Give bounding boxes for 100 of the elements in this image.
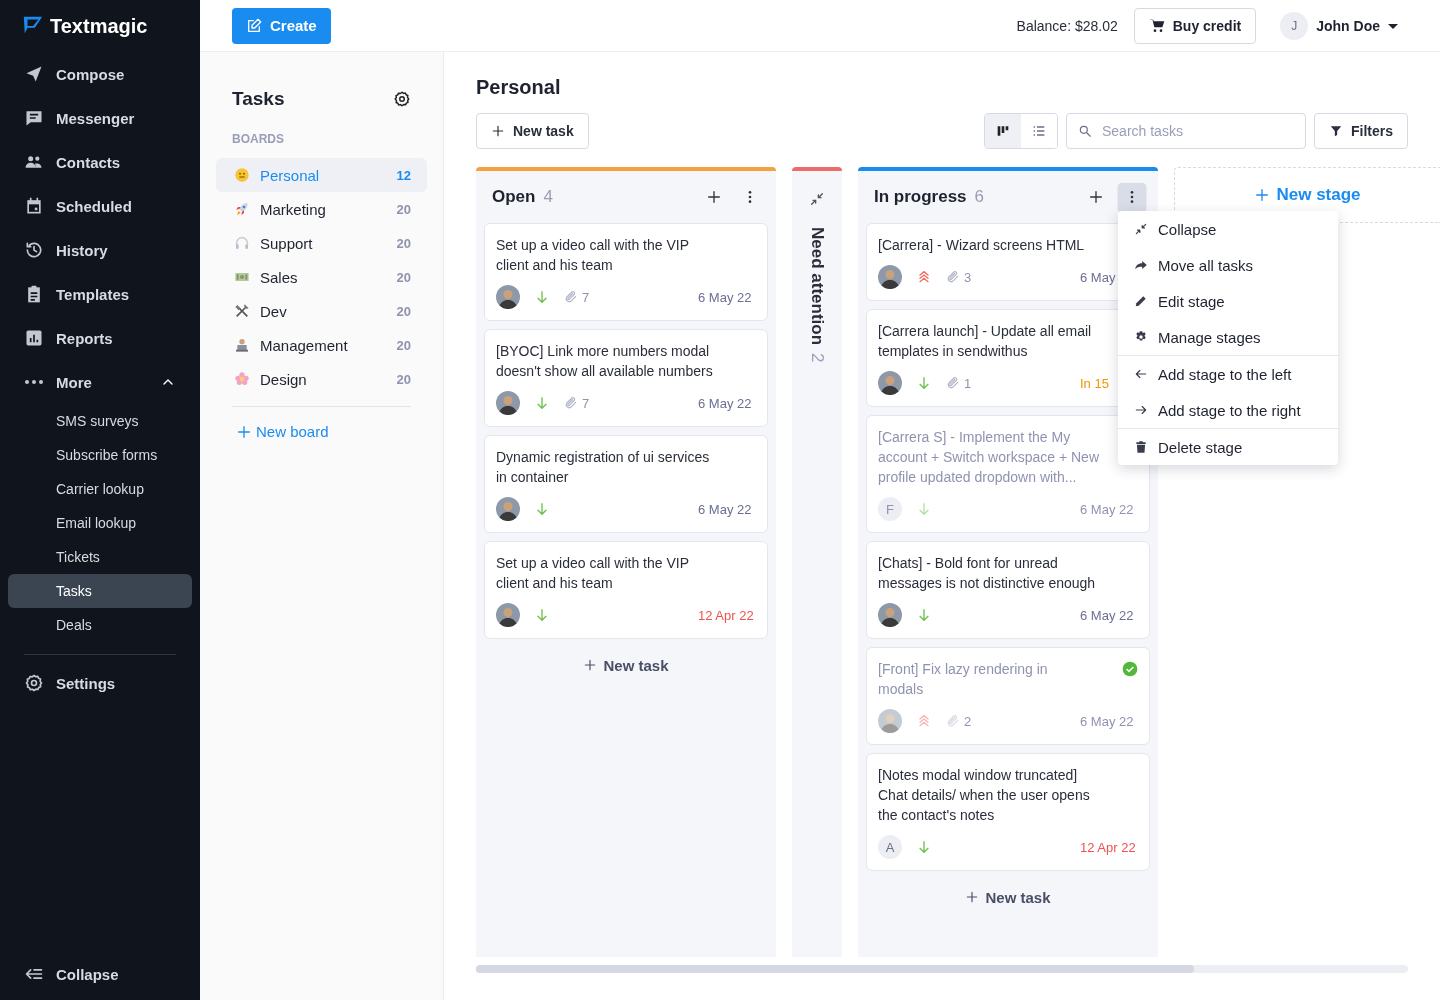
avatar-icon	[878, 265, 902, 289]
board-name: Personal	[260, 166, 321, 184]
collapse-arrows-icon	[1134, 222, 1148, 236]
settings-icon	[24, 673, 44, 693]
board-count: 20	[396, 371, 411, 387]
avatar-icon	[496, 603, 520, 627]
nav-item[interactable]: Scheduled	[8, 184, 192, 228]
plus-icon	[236, 423, 252, 440]
search-field[interactable]: Search tasks	[1066, 113, 1306, 149]
user-name: John Doe	[1316, 17, 1380, 34]
due-date: 6 May 22	[1080, 713, 1135, 729]
buy-credit-button[interactable]: Buy credit	[1133, 7, 1257, 44]
board-count: 20	[396, 269, 411, 285]
headphones-icon	[234, 235, 250, 251]
emoji-icon	[234, 167, 250, 183]
task-title: [Notes modal window truncated] Chat details/ when the user opens the contact's notes	[878, 766, 1091, 825]
board-view-icon	[995, 123, 1011, 139]
filter-icon	[1329, 124, 1343, 138]
board-name: Dev	[260, 302, 288, 320]
due-date: 12 Apr 22	[698, 607, 755, 623]
due-date: 6 May 22	[698, 395, 753, 411]
edit-icon	[246, 17, 262, 34]
board-name: Management	[260, 336, 349, 354]
nav-item[interactable]: History	[8, 228, 192, 272]
board-count: 20	[396, 235, 411, 251]
filters-button[interactable]: Filters	[1314, 113, 1408, 149]
view-button[interactable]	[985, 114, 1021, 148]
nav-subitem[interactable]: Tasks	[8, 574, 192, 608]
avatar-icon	[878, 603, 902, 627]
board-count: 20	[396, 337, 411, 353]
nav-subitem[interactable]: Tickets	[8, 540, 192, 574]
board-count: 20	[396, 303, 411, 319]
user-menu[interactable]: J John Doe	[1280, 11, 1398, 40]
scrollbar[interactable]	[476, 965, 1408, 973]
stage-count: 2	[807, 353, 827, 363]
task-card[interactable]: Set up a video call with the VIP client and his team 7 6 May 22	[484, 223, 768, 321]
new-task-link[interactable]: New task	[476, 639, 776, 691]
rocket-icon	[234, 201, 250, 217]
expand-button[interactable]	[809, 191, 825, 207]
due-date: 6 May 22	[1080, 501, 1135, 517]
board-item[interactable]: Design 20	[216, 362, 427, 396]
avatar-icon	[878, 371, 902, 395]
menu-item[interactable]: Delete stage	[1118, 429, 1338, 465]
plus-icon	[965, 890, 980, 904]
board-item[interactable]: Dev 20	[216, 294, 427, 328]
task-title: [Carrera] - Wizard screens HTML	[878, 236, 1086, 255]
user-avatar: J	[1280, 11, 1309, 40]
task-card[interactable]: Set up a video call with the VIP client and his team 12 Apr 22	[484, 541, 768, 639]
task-card[interactable]: [Notes modal window truncated] Chat details/ when the user opens the contact's notes A 12 Apr 22	[866, 753, 1150, 871]
task-card[interactable]: Dynamic registration of ui services in container 6 May 22	[484, 435, 768, 533]
stage-count: 4	[543, 187, 553, 207]
new-task-button[interactable]: New task	[476, 113, 589, 149]
avatar: A	[878, 835, 902, 859]
board-item[interactable]: Marketing 20	[216, 192, 427, 226]
send-icon	[24, 64, 44, 84]
nav-item[interactable]: More	[8, 360, 192, 404]
arrow-right-icon	[1134, 403, 1148, 417]
due-date: 6 May 22	[1080, 607, 1135, 623]
attachment-count: 3	[964, 269, 972, 285]
tools-icon	[234, 303, 250, 319]
nav-subitem[interactable]: Carrier lookup	[8, 472, 192, 506]
nav-item[interactable]: Compose	[8, 52, 192, 96]
nav-item[interactable]: Messenger	[8, 96, 192, 140]
due-date: In 15	[1080, 375, 1110, 391]
task-card[interactable]: [Chats] - Bold font for unread messages is not distinctive enough 6 May 22	[866, 541, 1150, 639]
due-date: 12 Apr 22	[1080, 839, 1137, 855]
stage-name: Open	[492, 187, 536, 207]
chat-icon	[24, 108, 44, 128]
calendar-icon	[24, 196, 44, 216]
paperclip-icon	[564, 290, 578, 304]
board-count: 12	[396, 167, 411, 183]
nav-item[interactable]: Templates	[8, 272, 192, 316]
board-item[interactable]: Sales 20	[216, 260, 427, 294]
nav-subitem[interactable]: Email lookup	[8, 506, 192, 540]
attachment-count: 1	[964, 375, 972, 391]
task-title: [Carrera launch] - Update all email templates in sendwithus	[878, 322, 1093, 361]
paperclip-icon	[564, 396, 578, 410]
settings-link[interactable]: Settings	[8, 661, 192, 705]
nav-item[interactable]: Reports	[8, 316, 192, 360]
avatar-icon	[496, 497, 520, 521]
collapse-button[interactable]: Collapse	[8, 952, 192, 996]
laptop-icon	[234, 337, 250, 353]
arrow-left-icon	[1134, 367, 1148, 381]
cart-icon	[1148, 17, 1165, 34]
board-item[interactable]: Management 20	[216, 328, 427, 362]
nav-subitem[interactable]: SMS surveys	[8, 404, 192, 438]
nav-item[interactable]: Contacts	[8, 140, 192, 184]
nav-subitem[interactable]: Deals	[8, 608, 192, 642]
nav-subitem[interactable]: Subscribe forms	[8, 438, 192, 472]
due-date: 6 May 22	[698, 501, 753, 517]
settings-button[interactable]	[393, 90, 411, 108]
due-date: 6 May	[1080, 269, 1117, 285]
chart-icon	[24, 328, 44, 348]
attachment-count: 2	[964, 713, 972, 729]
new-task-link[interactable]: New task	[858, 871, 1158, 923]
task-title: [BYOC] Link more numbers modal doesn't show all available numbers	[496, 342, 714, 381]
dots-icon	[24, 379, 44, 385]
task-card[interactable]: [BYOC] Link more numbers modal doesn't show all available numbers 7 6 May 22	[484, 329, 768, 427]
task-title: Dynamic registration of ui services in container	[496, 448, 711, 487]
board-item[interactable]: Support 20	[216, 226, 427, 260]
